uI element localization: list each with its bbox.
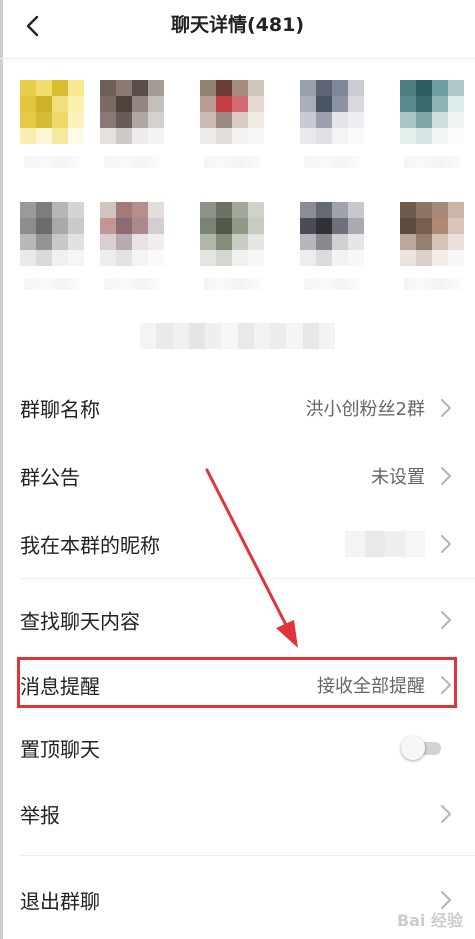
watermark-logo: Bai 经验 <box>396 911 463 930</box>
highlight-box <box>17 657 457 708</box>
member-name-blur <box>104 156 160 168</box>
row-label: 群公告 <box>20 465 80 490</box>
member-avatar[interactable] <box>400 80 464 144</box>
member-avatar[interactable] <box>100 202 164 266</box>
row-group-name[interactable]: 群聊名称 洪小创粉丝2群 <box>0 376 475 440</box>
member-avatar[interactable] <box>20 202 84 266</box>
member-avatar[interactable] <box>200 202 264 266</box>
row-label: 我在本群的昵称 <box>20 533 160 558</box>
row-label: 举报 <box>20 803 60 828</box>
row-value: 洪小创粉丝2群 <box>305 399 425 420</box>
chevron-right-icon <box>441 805 451 823</box>
member-avatar[interactable] <box>200 80 264 144</box>
row-label: 置顶聊天 <box>20 737 100 762</box>
row-label: 退出群聊 <box>20 889 100 914</box>
section-divider <box>20 578 475 579</box>
member-avatar[interactable] <box>400 202 464 266</box>
chevron-right-icon <box>441 399 451 417</box>
member-name-blur <box>204 156 260 168</box>
row-my-nickname[interactable]: 我在本群的昵称 <box>0 512 475 576</box>
member-avatar[interactable] <box>300 80 364 144</box>
row-value: 未设置 <box>371 467 425 488</box>
row-label: 查找聊天内容 <box>20 609 140 634</box>
member-name-blur <box>404 278 460 290</box>
page-title: 聊天详情(481) <box>170 14 305 36</box>
member-avatar[interactable] <box>20 80 84 144</box>
row-search-chat[interactable]: 查找聊天内容 <box>0 588 475 652</box>
row-report[interactable]: 举报 <box>0 782 475 846</box>
member-name-blur <box>304 156 360 168</box>
row-label: 群聊名称 <box>20 397 100 422</box>
member-grid <box>0 72 475 302</box>
section-divider <box>20 855 475 856</box>
member-name-blur <box>304 278 360 290</box>
chevron-right-icon <box>441 611 451 629</box>
member-avatar[interactable] <box>100 80 164 144</box>
member-avatar[interactable] <box>300 202 364 266</box>
header: 聊天详情(481) <box>0 0 475 54</box>
member-name-blur <box>204 278 260 290</box>
member-name-blur <box>24 278 80 290</box>
view-more-members-link[interactable] <box>140 323 335 349</box>
member-name-blur <box>404 156 460 168</box>
header-divider <box>0 58 475 59</box>
pin-chat-toggle[interactable] <box>401 736 441 760</box>
member-name-blur <box>104 278 160 290</box>
chevron-right-icon <box>441 535 451 553</box>
member-name-blur <box>24 156 80 168</box>
chevron-right-icon <box>441 467 451 485</box>
toggle-knob <box>401 736 425 760</box>
row-pin-chat[interactable]: 置顶聊天 <box>0 716 475 780</box>
row-group-notice[interactable]: 群公告 未设置 <box>0 444 475 508</box>
nickname-blurred-value <box>345 531 425 557</box>
